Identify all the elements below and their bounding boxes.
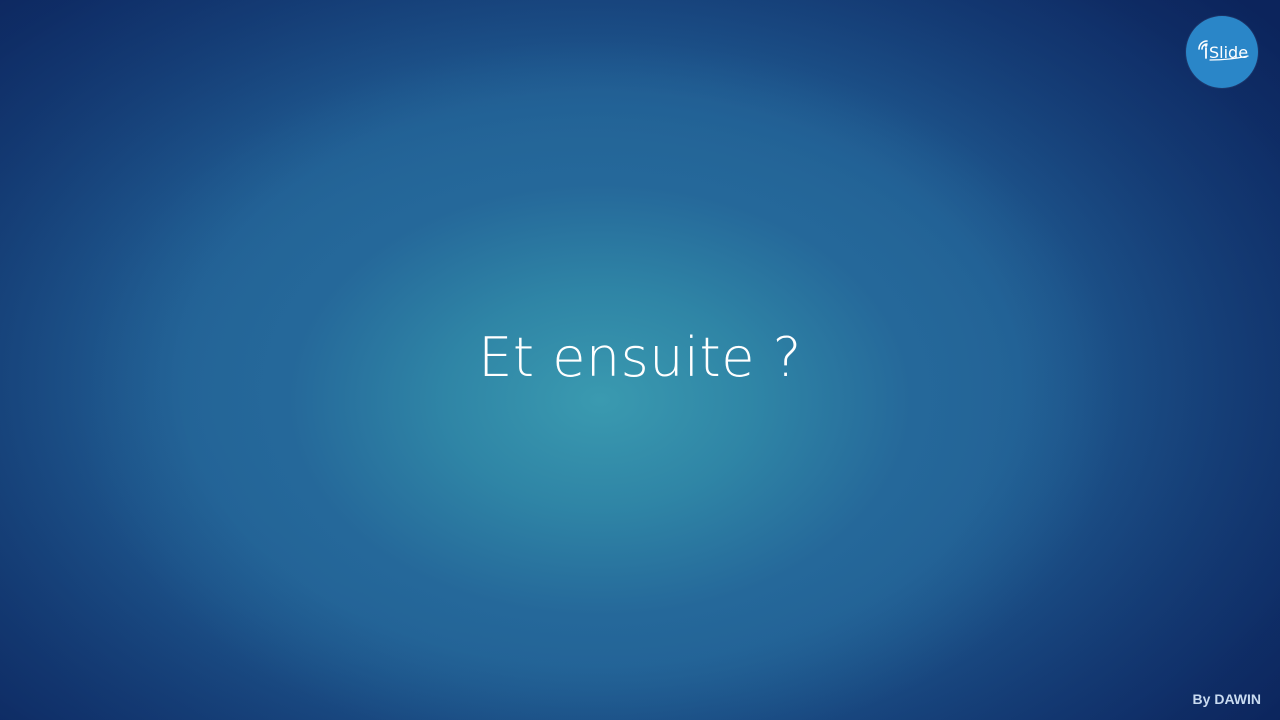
islide-logo-icon: Slide bbox=[1198, 40, 1249, 62]
author-byline: By DAWIN bbox=[1192, 691, 1261, 707]
slide-title: Et ensuite ? bbox=[478, 326, 802, 389]
presentation-slide: Slide Et ensuite ? By DAWIN bbox=[0, 0, 1280, 720]
islide-logo: Slide bbox=[1186, 16, 1258, 88]
